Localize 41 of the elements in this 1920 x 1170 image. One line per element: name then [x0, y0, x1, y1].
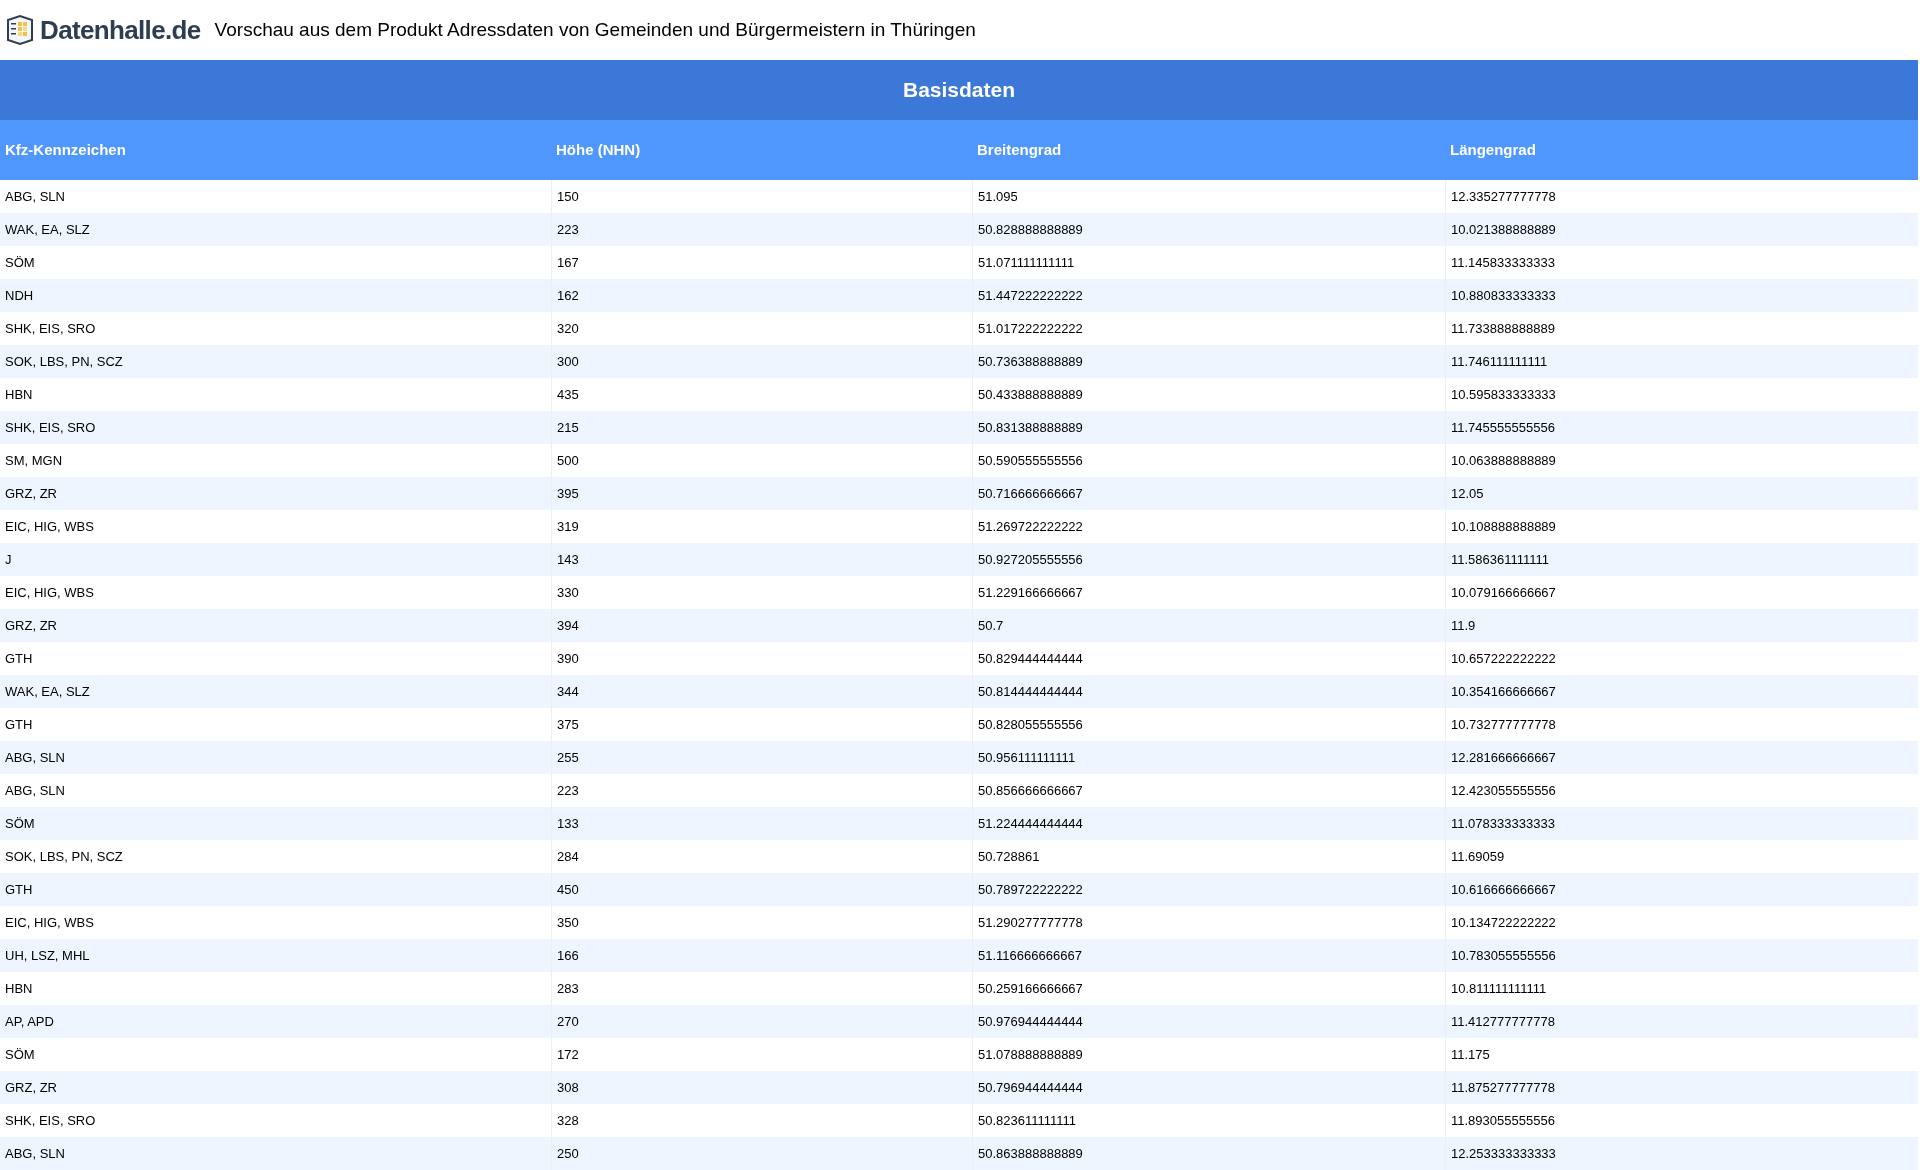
table-cell-text: SÖM	[4, 1045, 36, 1064]
table-cell-text: GTH	[4, 715, 34, 734]
table-cell-text: SHK, EIS, SRO	[4, 1111, 97, 1130]
table-cell-text: SHK, EIS, SRO	[4, 319, 97, 338]
table-cell-text: ABG, SLN	[4, 748, 66, 767]
table-cell-text: GTH	[4, 649, 34, 668]
table-cell-text: SHK, EIS, SRO	[4, 418, 97, 437]
logo-icon	[4, 14, 36, 46]
table-cell-text: SM, MGN	[4, 451, 64, 470]
table-cell-text: WAK, EA, SLZ	[4, 220, 91, 239]
table-caption: Basisdaten	[902, 77, 1015, 104]
column-header: Längengrad	[1449, 139, 1537, 160]
table-cell-text: SOK, LBS, PN, SCZ	[4, 847, 124, 866]
table-cell-text: NDH	[4, 286, 35, 305]
table-cell-text: GRZ, ZR	[4, 1078, 58, 1097]
column-header: Kfz-Kennzeichen	[4, 139, 127, 160]
table-cell-text: J	[4, 550, 13, 569]
table-cell-text: ABG, SLN	[4, 781, 66, 800]
logo-text: Datenhalle.de	[40, 13, 201, 47]
table-cell-text: HBN	[4, 979, 34, 998]
table-cell-text: SÖM	[4, 814, 36, 833]
table-cell-text: GTH	[4, 880, 34, 899]
table-cell-text: SÖM	[4, 253, 36, 272]
table-cell-text: EIC, HIG, WBS	[4, 913, 95, 932]
column-header: Höhe (NHN)	[555, 139, 642, 160]
table-cell-text: GRZ, ZR	[4, 616, 58, 635]
table-cell-text: ABG, SLN	[4, 1144, 66, 1163]
table-cell: 12.253333333333	[1445, 1137, 1918, 1170]
page-title: Vorschau aus dem Produkt Adressdaten von Gemeinden und Bürgermeistern in Thüringen	[214, 17, 976, 42]
table-cell: 50.863888888889	[972, 1137, 1445, 1170]
table-cell-text: EIC, HIG, WBS	[4, 583, 95, 602]
table-cell-text: GRZ, ZR	[4, 484, 58, 503]
table-cell-text: UH, LSZ, MHL	[4, 946, 91, 965]
table-cell-text: HBN	[4, 385, 34, 404]
table-cell-text: EIC, HIG, WBS	[4, 517, 95, 536]
table-cell-text: AP, APD	[4, 1012, 55, 1031]
column-header: Breitengrad	[976, 139, 1063, 160]
table-cell-text: WAK, EA, SLZ	[4, 682, 91, 701]
table-cell: 250	[551, 1137, 972, 1170]
table-cell-text: SOK, LBS, PN, SCZ	[4, 352, 124, 371]
table-cell-text: ABG, SLN	[4, 187, 66, 206]
